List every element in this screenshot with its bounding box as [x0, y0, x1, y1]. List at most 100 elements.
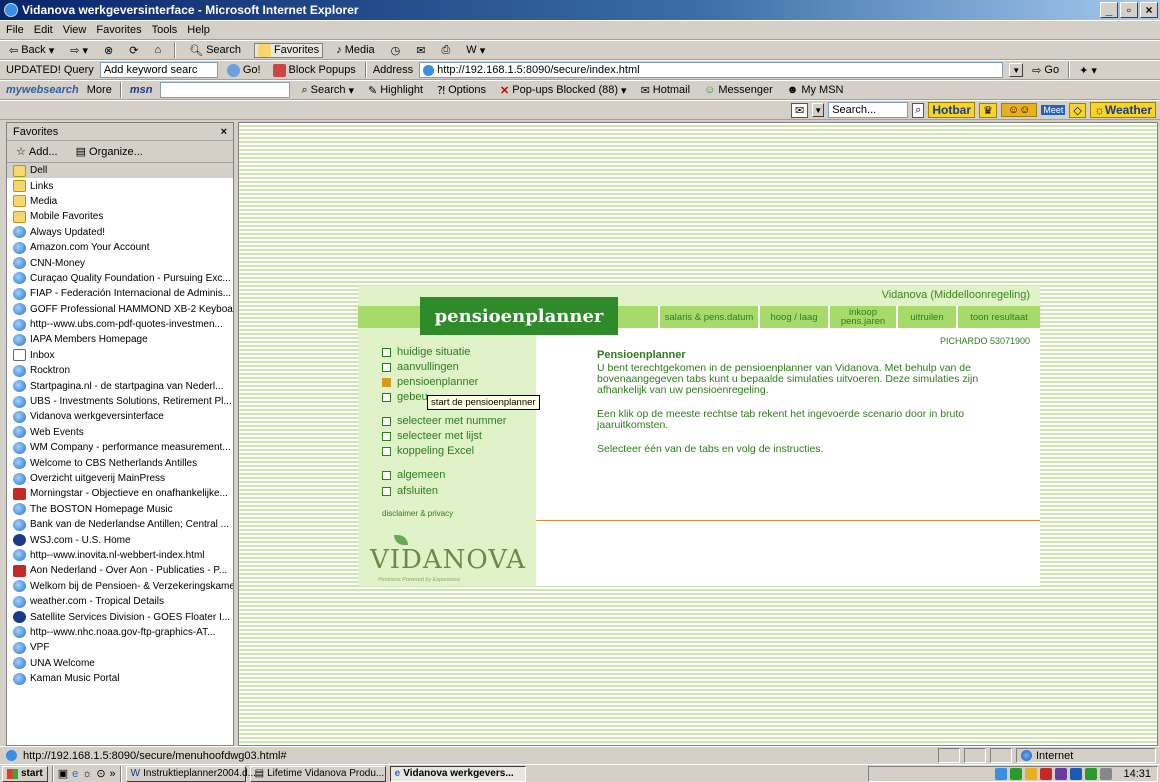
organize-favorites-button[interactable]: ▤ Organize...	[73, 145, 146, 159]
favorite-item[interactable]: http--www.inovita.nl-webbert-index.html	[7, 548, 233, 563]
favorite-item[interactable]: Overzicht uitgeverij MainPress	[7, 471, 233, 486]
favorite-item[interactable]: Rocktron	[7, 363, 233, 378]
favorite-item[interactable]: Aon Nederland - Over Aon - Publicaties -…	[7, 563, 233, 578]
favorite-item[interactable]: Links	[7, 178, 233, 193]
home-button[interactable]: ⌂	[151, 44, 164, 56]
menu-tools[interactable]: Tools	[152, 24, 178, 36]
address-input[interactable]: http://192.168.1.5:8090/secure/index.htm…	[419, 62, 1004, 78]
media-button[interactable]: ♪ Media	[333, 44, 377, 56]
menu-aanvullingen[interactable]: aanvullingen	[382, 360, 459, 374]
menu-help[interactable]: Help	[187, 24, 210, 36]
favorite-item[interactable]: Startpagina.nl - de startpagina van Nede…	[7, 378, 233, 393]
favorite-item[interactable]: http--www.nhc.noaa.gov-ftp-graphics-AT..…	[7, 625, 233, 640]
tab-salaris[interactable]: salaris & pens.datum	[658, 306, 758, 328]
diamond-icon[interactable]: ◇	[1069, 102, 1086, 118]
favorite-item[interactable]: Media	[7, 194, 233, 209]
tray-monitor-icon[interactable]	[1070, 768, 1083, 780]
history-button[interactable]: ◷	[388, 44, 404, 57]
msn-search-button[interactable]: ⌕ Search ▾	[298, 84, 357, 97]
favorite-item[interactable]: UNA Welcome	[7, 656, 233, 671]
search-button[interactable]: 🔍︎ Search	[186, 44, 244, 57]
outlook-icon[interactable]: ☼	[82, 768, 92, 780]
block-popups-button[interactable]: Block Popups	[270, 63, 359, 77]
popups-blocked-button[interactable]: ✕ Pop-ups Blocked (88) ▾	[497, 84, 630, 97]
tray-antivirus-icon[interactable]	[1040, 768, 1053, 780]
add-favorite-button[interactable]: ☆ Add...	[13, 145, 61, 159]
favorite-item[interactable]: Bank van de Nederlandse Antillen; Centra…	[7, 517, 233, 532]
address-go-button[interactable]: ⇨ Go	[1029, 64, 1062, 77]
back-button[interactable]: ⇦ Back ▾	[6, 44, 57, 57]
menu-edit[interactable]: Edit	[34, 24, 53, 36]
tab-toon-resultaat[interactable]: toon resultaat	[956, 306, 1040, 328]
mymsn-button[interactable]: ☻ My MSN	[784, 84, 847, 96]
options-button[interactable]: ⁈ Options	[434, 84, 489, 97]
favorite-item[interactable]: Web Events	[7, 425, 233, 440]
hotbar-search-button[interactable]: ⌕	[912, 102, 925, 118]
keyword-search-input[interactable]: Add keyword searc	[99, 62, 218, 78]
menu-file[interactable]: File	[6, 24, 24, 36]
hotmail-button[interactable]: ✉ Hotmail	[638, 84, 694, 97]
tray-sync-icon[interactable]	[1085, 768, 1098, 780]
menu-favorites[interactable]: Favorites	[96, 24, 141, 36]
mywebsearch-logo[interactable]: mywebsearch	[6, 84, 79, 96]
edit-button[interactable]: W ▾	[463, 44, 488, 57]
favorite-item[interactable]: IAPA Members Homepage	[7, 332, 233, 347]
favorite-item[interactable]: weather.com - Tropical Details	[7, 594, 233, 609]
menu-pensioenplanner[interactable]: pensioenplanner	[382, 375, 478, 389]
refresh-button[interactable]: ⟳	[126, 44, 141, 57]
print-button[interactable]: ⎙	[438, 44, 453, 57]
favorite-item[interactable]: Vidanova werkgeversinterface	[7, 409, 233, 424]
favorite-item[interactable]: Inbox	[7, 348, 233, 363]
address-dropdown[interactable]: ▼	[1009, 63, 1024, 77]
desktop-icon[interactable]: ▣	[58, 767, 68, 780]
tab-hoog-laag[interactable]: hoog / laag	[758, 306, 828, 328]
favorite-item[interactable]: http--www.ubs.com-pdf-quotes-investmen..…	[7, 317, 233, 332]
media-player-icon[interactable]: ⊙	[96, 767, 105, 780]
tray-volume-icon[interactable]	[1100, 768, 1113, 780]
ie-icon[interactable]: e	[72, 768, 78, 780]
favorite-item[interactable]: Welkom bij de Pensioen- & Verzekeringska…	[7, 579, 233, 594]
restore-button[interactable]: ▫	[1120, 2, 1138, 18]
favorite-item[interactable]: GOFF Professional HAMMOND XB-2 Keyboard	[7, 302, 233, 317]
forward-button[interactable]: ⇨ ▾	[67, 44, 91, 57]
disclaimer-link[interactable]: disclaimer & privacy	[382, 509, 453, 518]
menu-selecteer-nummer[interactable]: selecteer met nummer	[382, 414, 506, 428]
favorite-item[interactable]: Curaçao Quality Foundation - Pursuing Ex…	[7, 271, 233, 286]
hotbar-button[interactable]: Hotbar	[928, 102, 976, 118]
favorite-item[interactable]: Always Updated!	[7, 225, 233, 240]
tab-uitruilen[interactable]: uitruilen	[896, 306, 956, 328]
hotbar-search-input[interactable]: Search...	[828, 102, 909, 118]
menu-koppeling-excel[interactable]: koppeling Excel	[382, 444, 474, 458]
more-quicklaunch-icon[interactable]: »	[110, 768, 116, 780]
favorites-button[interactable]: Favorites	[253, 42, 324, 58]
meet-button[interactable]: Meet	[1041, 105, 1066, 115]
mail-dropdown[interactable]: ✉	[790, 102, 809, 118]
stop-button[interactable]: ⊗	[101, 44, 116, 57]
msn-search-input[interactable]	[160, 82, 291, 98]
favorite-item[interactable]: VPF	[7, 640, 233, 655]
start-button[interactable]: start	[2, 765, 48, 782]
favorite-item[interactable]: WSJ.com - U.S. Home	[7, 532, 233, 547]
msn-logo[interactable]: msn	[130, 84, 153, 96]
favorite-item[interactable]: Morningstar - Objectieve en onafhankelij…	[7, 486, 233, 501]
highlight-button[interactable]: ✎ Highlight	[365, 84, 426, 97]
menu-view[interactable]: View	[63, 24, 87, 36]
task-vidanova-werkgevers[interactable]: e Vidanova werkgevers...	[389, 765, 526, 782]
favorite-item[interactable]: Kaman Music Portal	[7, 671, 233, 686]
go-search-button[interactable]: Go!	[224, 63, 264, 77]
favorite-item[interactable]: Mobile Favorites	[7, 209, 233, 224]
tray-messenger-icon[interactable]	[1010, 768, 1023, 780]
favorite-item[interactable]: Amazon.com Your Account	[7, 240, 233, 255]
tray-weather-icon[interactable]	[1025, 768, 1038, 780]
menu-huidige-situatie[interactable]: huidige situatie	[382, 345, 470, 359]
mail-dropdown-arrow[interactable]: ▼	[812, 103, 825, 117]
more-button[interactable]: More	[87, 84, 112, 96]
close-sidebar-icon[interactable]: ×	[221, 126, 227, 138]
menu-afsluiten[interactable]: afsluiten	[382, 484, 438, 498]
close-button[interactable]: ×	[1140, 2, 1158, 18]
favorite-item[interactable]: CNN-Money	[7, 255, 233, 270]
mail-button[interactable]: ✉	[413, 44, 428, 57]
favorite-item[interactable]: WM Company - performance measurement...	[7, 440, 233, 455]
favorite-item[interactable]: Dell	[7, 163, 233, 179]
task-lifetime-vidanova[interactable]: ▤ Lifetime Vidanova Produ...	[249, 765, 386, 782]
